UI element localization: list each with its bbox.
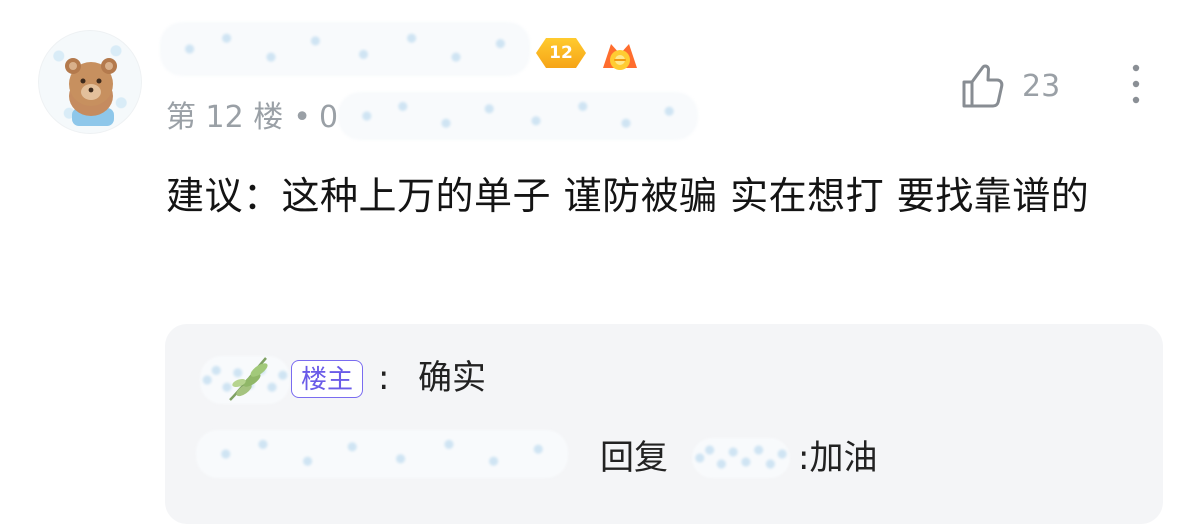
avatar[interactable] (38, 30, 142, 134)
username-blurred[interactable] (160, 22, 530, 76)
reply-target-blurred[interactable] (692, 438, 790, 478)
post-time-blurred (338, 92, 698, 140)
reply-label: 回复 (600, 438, 668, 478)
medal-icon (603, 44, 637, 70)
floor-meta: 第 12 楼 • 0 (166, 100, 338, 136)
comment-text: 建议：这种上万的单子 谨防被骗 实在想打 要找靠谱的 (166, 174, 1090, 218)
like-count: 23 (1022, 68, 1061, 104)
reply-separator: : (378, 358, 390, 398)
more-vertical-icon[interactable] (1122, 60, 1150, 108)
meta-separator: • (293, 100, 311, 135)
level-badge-icon: 12 (536, 38, 586, 68)
reply-author-blurred[interactable] (196, 430, 568, 478)
owner-badge: 楼主 (291, 360, 364, 398)
reply-box[interactable] (165, 324, 1163, 524)
post-time-fragment: 0 (318, 100, 339, 135)
floor-label: 第 12 楼 (166, 100, 284, 135)
like-button[interactable]: 23 (958, 60, 1060, 112)
bear-avatar-icon (65, 58, 117, 126)
leaf-icon (229, 357, 268, 401)
reply-content: :加油 (798, 438, 878, 478)
reply-text: 确实 (418, 358, 486, 398)
thumb-up-icon (962, 64, 1004, 108)
